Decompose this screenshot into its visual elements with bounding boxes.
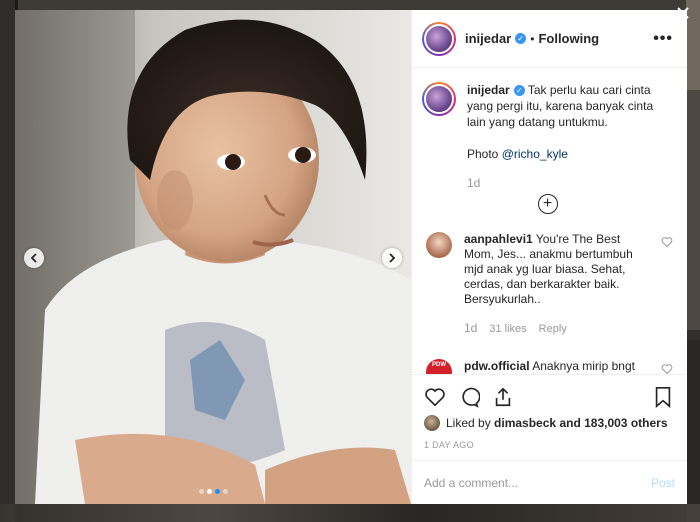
carousel-dot [222,489,228,494]
photo-credit-label: Photo [467,147,499,161]
caption-text: inijedar ✓ Tak perlu kau cari cinta yang … [467,82,673,162]
reply-button[interactable]: Reply [539,322,567,337]
commenter-badge: PDW [432,362,446,368]
carousel-dot [206,489,212,494]
post-modal: inijedar ✓ • Following ••• inijedar ✓ Tak… [15,10,687,504]
comment-age: 1d [464,321,478,335]
author-avatar[interactable] [422,82,456,116]
next-slide-button[interactable] [382,248,402,268]
separator-dot: • [530,31,535,46]
more-options-icon[interactable]: ••• [653,30,673,48]
verified-badge-icon: ✓ [515,33,527,44]
photo-credit-link[interactable]: @richo_kyle [502,147,568,161]
carousel-indicator [15,489,411,494]
caption: inijedar ✓ Tak perlu kau cari cinta yang … [422,82,673,162]
comment-icon[interactable] [458,386,480,408]
share-icon[interactable] [492,386,514,408]
post-sidebar: inijedar ✓ • Following ••• inijedar ✓ Tak… [411,10,687,504]
heart-outline-icon[interactable] [661,236,673,248]
bookmark-icon[interactable] [653,386,673,408]
comment-likes[interactable]: 31 likes [489,322,526,337]
background-tile [0,504,700,522]
background-tile [686,0,700,522]
carousel-dot [214,489,220,494]
following-button[interactable]: Following [538,31,599,46]
commenter-username[interactable]: pdw.official [464,359,530,373]
heart-outline-icon[interactable] [661,363,673,374]
likes-count[interactable]: and 183,003 others [559,416,667,430]
liked-by-user[interactable]: dimasbeck [494,416,556,430]
author-username[interactable]: inijedar [465,31,511,46]
plus-icon: + [542,195,553,212]
author-avatar[interactable] [422,21,456,56]
post-comment-button[interactable]: Post [651,476,675,490]
caption-timestamp: 1d [467,176,481,190]
verified-badge-icon: ✓ [513,85,525,97]
load-more-comments-button[interactable]: + [537,194,558,214]
likes-summary: Liked by dimasbeck and 183,003 others [424,415,673,431]
comment-text: Anaknya mirip bngt [532,359,635,373]
likes-prefix: Liked by [446,416,491,430]
post-header: inijedar ✓ • Following ••• [412,10,687,68]
post-actions: Liked by dimasbeck and 183,003 others 1 … [412,374,687,450]
commenter-username[interactable]: aanpahlevi1 [464,232,533,246]
chevron-left-icon [30,253,37,263]
add-comment-bar: Post [412,460,687,504]
liker-avatar[interactable] [424,415,440,431]
commenter-avatar[interactable]: PDW [426,359,452,374]
comment-item: PDW pdw.official Anaknya mirip bngt [422,359,673,374]
photo-image [15,10,411,504]
post-timestamp: 1 DAY AGO [424,440,474,450]
commenter-avatar[interactable] [426,232,452,258]
caption-username[interactable]: inijedar [467,83,510,97]
post-photo[interactable] [15,10,411,504]
heart-icon[interactable] [424,386,446,408]
comment-meta: 1d 31 likes Reply [464,321,653,337]
comments-scroll[interactable]: inijedar ✓ Tak perlu kau cari cinta yang … [412,68,687,374]
previous-slide-button[interactable] [24,248,44,268]
chevron-right-icon [389,253,396,263]
comment-item: aanpahlevi1 You're The Best Mom, Jes... … [422,232,673,337]
carousel-dot [198,489,204,494]
comment-input[interactable] [424,475,651,490]
